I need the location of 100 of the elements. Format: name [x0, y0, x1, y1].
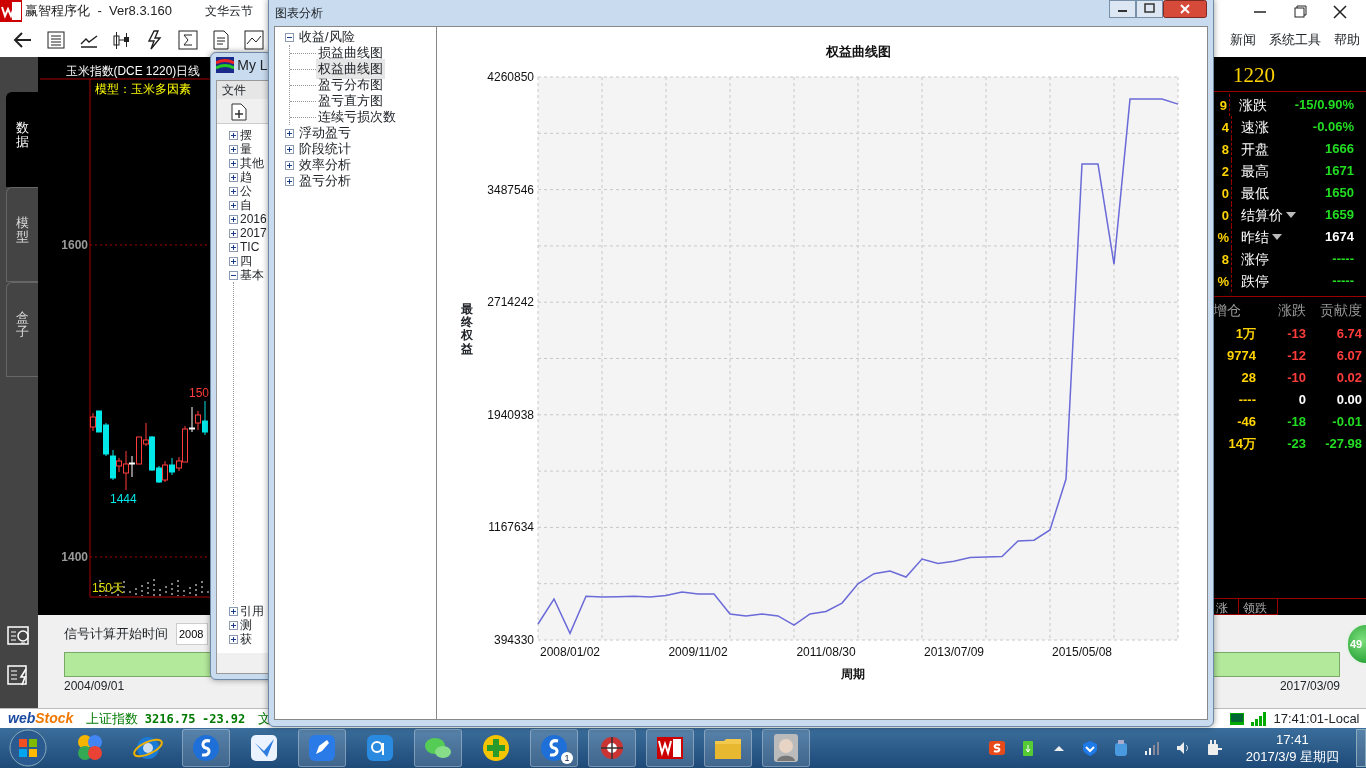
low-price-label: 1444 — [110, 492, 137, 506]
symbol-code: 1220 — [1233, 63, 1275, 87]
date-label: 2017/03/09 — [1279, 678, 1340, 695]
axis-tick-label: 2714242 — [487, 295, 534, 310]
clock-date[interactable]: 2017/3/9 星期四 — [1245, 748, 1339, 765]
table-cell-text: 6.07 — [1335, 347, 1362, 366]
expand-icon[interactable] — [229, 200, 238, 210]
index-value: 3216.75 — [144, 710, 196, 728]
quote-value: 1650 — [1325, 184, 1355, 203]
webstock-logo: webStock — [8, 709, 74, 728]
expand-icon[interactable] — [229, 242, 238, 252]
axis-tick-label: 2013/07/09 — [923, 645, 985, 659]
window-title: 赢智程序化 - Ver8.3.160 — [25, 2, 173, 21]
quote-value: % — [1217, 274, 1229, 289]
window-title: 图表分析 — [275, 5, 323, 22]
tree-item[interactable]: 权益曲线图 — [316, 59, 385, 79]
axis-tick-label: 2011/08/30 — [796, 645, 856, 659]
table-cell-text: 28 — [1240, 369, 1256, 388]
quote-value: % — [1217, 230, 1229, 245]
axis-tick-label: 394330 — [493, 633, 534, 647]
menu-item[interactable]: 新闻 — [1229, 29, 1256, 50]
clock-time[interactable]: 17:41 — [1276, 731, 1309, 748]
quote-value: 8 — [1221, 142, 1229, 157]
shield-icon[interactable] — [1080, 739, 1099, 757]
volume-label: 150天 — [92, 581, 125, 595]
quote-label: 速涨 — [1241, 117, 1269, 137]
table-cell-text: 9774 — [1226, 347, 1256, 366]
expand-icon[interactable] — [229, 172, 238, 182]
expand-icon[interactable] — [229, 130, 238, 140]
list-icon[interactable] — [45, 28, 67, 51]
expand-icon[interactable] — [229, 186, 238, 196]
table-cell-text: 14万 — [1227, 435, 1256, 454]
collapse-icon[interactable] — [285, 32, 294, 42]
window-title: My L — [237, 55, 268, 75]
quote-label: 涨跌 — [1239, 95, 1268, 115]
index-change: -23.92 — [201, 710, 246, 728]
quote-label: 跌停 — [1241, 271, 1269, 291]
table-cell-text: -10 — [1286, 369, 1306, 388]
start-button[interactable] — [6, 728, 50, 768]
expand-icon[interactable] — [229, 606, 238, 616]
quote-value: 1674 — [1325, 228, 1355, 247]
dropdown-icon[interactable] — [1272, 234, 1282, 240]
chart-title: 权益曲线图 — [825, 44, 891, 59]
table-cell-text: 0.02 — [1335, 369, 1362, 388]
quote-value: 2 — [1221, 164, 1229, 179]
expand-icon[interactable] — [229, 256, 238, 266]
chart-window-icon[interactable] — [243, 28, 265, 51]
quote-value: 1659 — [1325, 206, 1355, 225]
quote-value: -15/0.90% — [1294, 96, 1355, 115]
signal-icon[interactable] — [1142, 739, 1161, 757]
column-header: 涨跌 — [1277, 300, 1306, 320]
side-tab[interactable]: 数据 — [6, 92, 38, 187]
expand-icon[interactable] — [285, 160, 294, 170]
dropdown-icon[interactable] — [1286, 212, 1296, 218]
quote-value: 9 — [1219, 98, 1228, 113]
table-cell-text: -46 — [1236, 413, 1256, 432]
expand-icon[interactable] — [285, 128, 294, 138]
quote-value: 1666 — [1325, 140, 1355, 159]
axis-tick-label: 2009/11/02 — [668, 645, 728, 659]
axis-tick-label: 1940938 — [487, 407, 534, 422]
sigma-icon[interactable] — [177, 28, 199, 51]
collapse-icon[interactable] — [229, 270, 238, 280]
table-cell-text: -23 — [1286, 435, 1306, 454]
expand-icon[interactable] — [285, 144, 294, 154]
table-cell-text: -13 — [1286, 325, 1306, 344]
table-cell-text: -18 — [1286, 413, 1306, 432]
axis-tick-label: 3487546 — [487, 182, 534, 197]
expand-icon[interactable] — [229, 620, 238, 630]
date-label: 2004/09/01 — [64, 678, 125, 695]
menu-item[interactable]: 帮助 — [1333, 29, 1360, 50]
minimize-button[interactable] — [1109, 0, 1136, 18]
high-price-label: 150 — [189, 386, 210, 400]
date-field[interactable]: 2008 — [176, 623, 208, 645]
quote-value: 0 — [1221, 208, 1229, 223]
quote-value: 8 — [1221, 252, 1229, 267]
table-cell-text: 1万 — [1234, 325, 1256, 344]
expand-icon[interactable] — [229, 158, 238, 168]
quote-label: 结算价 — [1241, 205, 1283, 225]
new-file-icon[interactable] — [231, 103, 247, 121]
expand-icon[interactable] — [285, 176, 294, 186]
expand-icon[interactable] — [229, 228, 238, 238]
chart-title: 玉米指数(DCE 1220)日线 — [66, 64, 202, 78]
expand-icon[interactable] — [229, 214, 238, 224]
menu-item[interactable]: 系统工具 — [1268, 29, 1321, 50]
input-method-icon[interactable] — [987, 739, 1006, 757]
close-button[interactable] — [1163, 0, 1207, 18]
document-icon[interactable] — [210, 28, 232, 51]
axis-title: 最终权益 — [461, 303, 473, 356]
maximize-button[interactable] — [1136, 0, 1163, 18]
quote-value: 4 — [1221, 120, 1229, 135]
axis-tick-label: 1167634 — [488, 520, 534, 535]
quote-value: -0.06% — [1312, 118, 1355, 137]
expand-icon[interactable] — [229, 144, 238, 154]
column-header: 增仓 — [1212, 300, 1242, 320]
expand-icon[interactable] — [229, 634, 238, 644]
index-name: 上证指数 — [86, 709, 139, 728]
column-header: 贡献度 — [1319, 300, 1362, 320]
clock-text: 17:41:01-Local — [1273, 709, 1360, 728]
axis-tick-label: 2015/05/08 — [1051, 645, 1113, 659]
quote-label: 昨结 — [1241, 227, 1269, 247]
